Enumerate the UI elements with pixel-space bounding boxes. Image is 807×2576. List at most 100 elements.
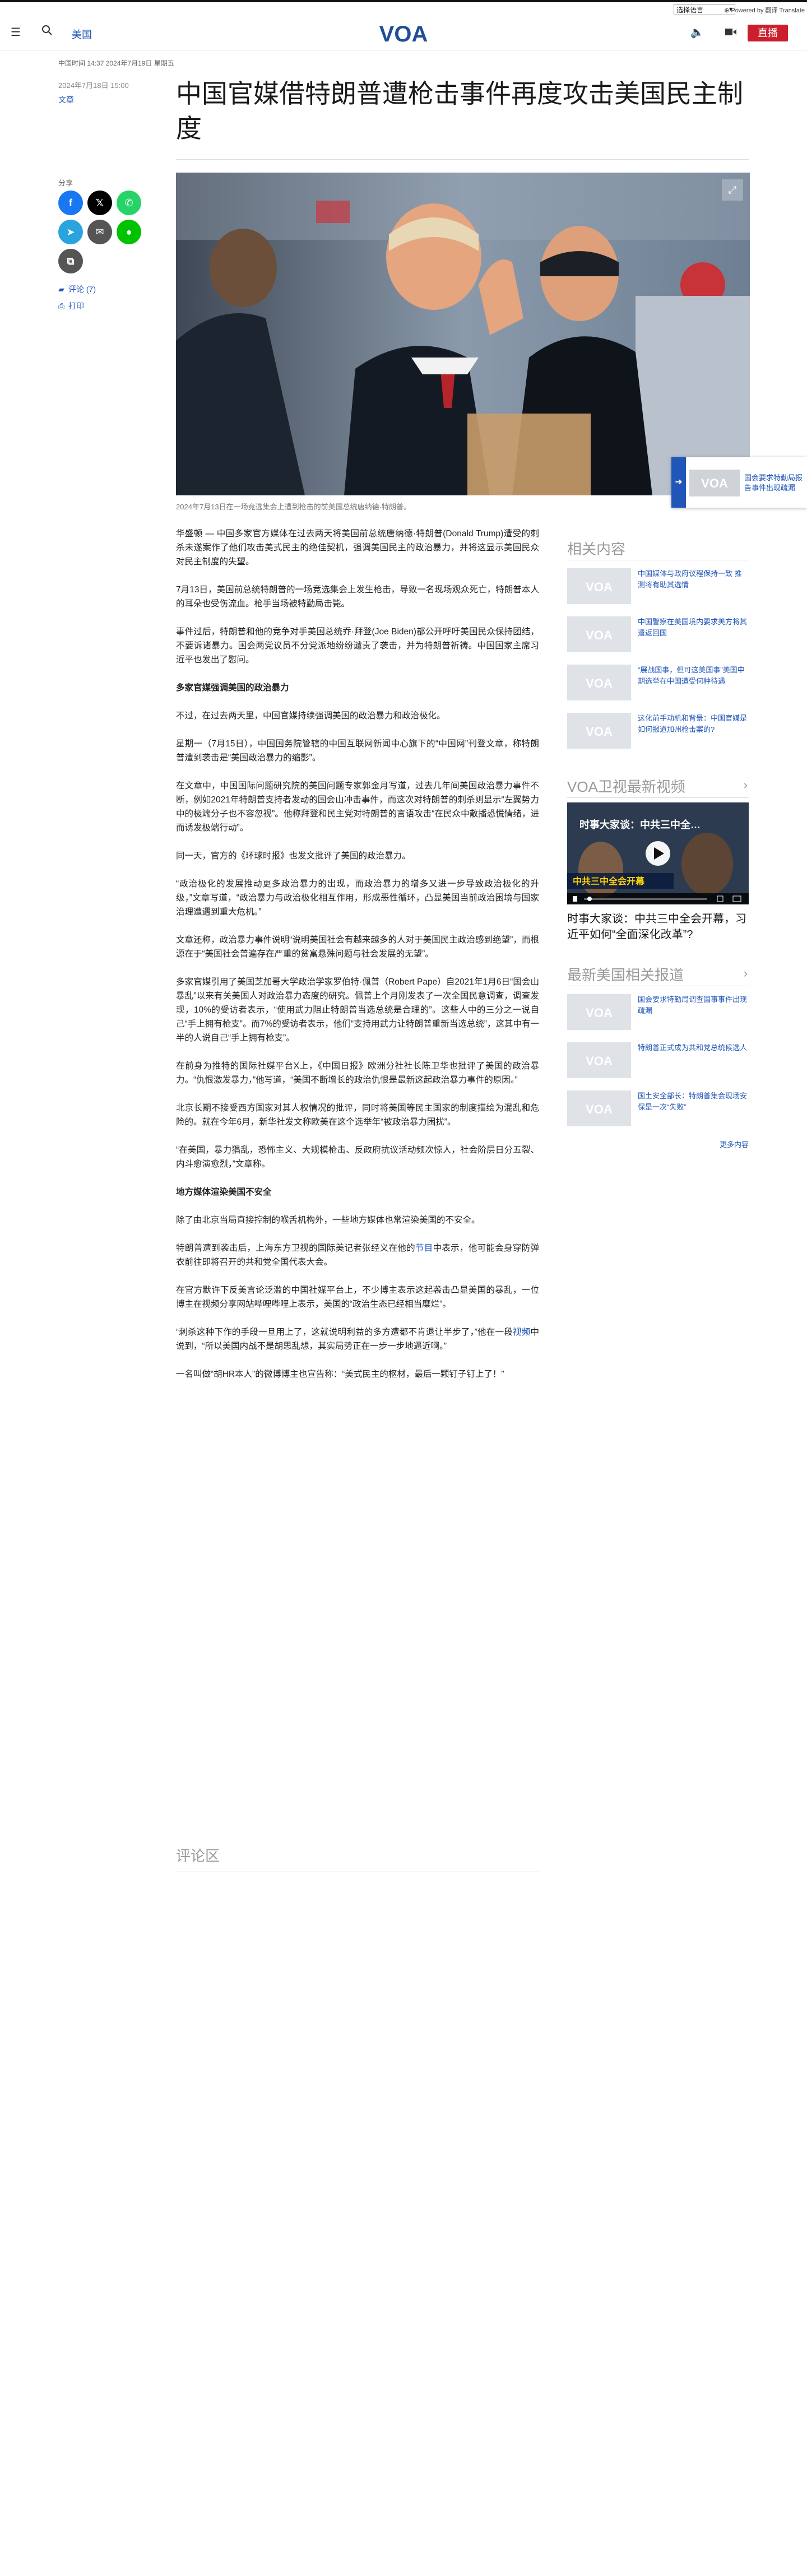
paragraph-text: 事件过后，特朗普和他的竞争对手美国总统乔·拜登(Joe Biden)都公开呼吁美…: [176, 627, 539, 665]
article-paragraph: 在文章中，中国国际问题研究院的美国问题专家郭金月写道，过去几年间美国政治暴力事件…: [176, 779, 539, 835]
search-icon[interactable]: [39, 25, 55, 40]
rail-list-item[interactable]: VOA 国会要求特勤局调查国事事件出现疏漏: [567, 986, 749, 1034]
video-progress-track: [584, 898, 707, 900]
translate-attribution[interactable]: ⊕ Powered by 翻译 Translate: [724, 6, 805, 15]
facebook-icon[interactable]: f: [58, 191, 83, 215]
rail-item-title[interactable]: 这化前手动机和背景：中国官媒是如何报道加州枪击案的?: [638, 713, 749, 735]
related-list: VOA 中国媒体与政府议程保持一致 推测将有助其选情 VOA 中国警察在美国境内要求美…: [567, 560, 749, 753]
video-overlay-sub: 中共三中全会开幕: [573, 876, 645, 886]
paragraph-text: 一名叫做“胡HR本人”的微博博主也宣告称：“美式民主的枢材，最后一颗钉子钉上了！…: [176, 1370, 504, 1379]
related-section: 相关内容 VOA 中国媒体与政府议程保持一致 推测将有助其选情 VOA 中国警察在美国…: [567, 538, 749, 753]
rail-item-title[interactable]: 中国警察在美国境内要求美方将其遣返回国: [638, 616, 749, 639]
video-player[interactable]: 时事大家谈：中共三中全… 中共三中全会开幕: [567, 802, 749, 904]
rail-thumbnail: VOA: [567, 1090, 631, 1126]
rail-thumbnail: VOA: [567, 994, 631, 1030]
print-icon: ⎙: [58, 301, 65, 310]
latest-list: VOA 国会要求特勤局调查国事事件出现疏漏 VOA 特朗普正式成为共和党总统候选人 VO…: [567, 986, 749, 1131]
article-paragraph: “刺杀这种下作的手段一旦用上了，这就说明利益的多方遭都不肯退让半步了，”他在一段…: [176, 1325, 539, 1353]
audio-icon[interactable]: 🔈: [689, 25, 705, 40]
rail-list-item[interactable]: VOA 国土安全部长：特朗普集会现场安保是一次“失败”: [567, 1083, 749, 1131]
print-link[interactable]: ⎙ 打印: [58, 300, 84, 312]
inline-link[interactable]: 节目: [415, 1243, 433, 1253]
rail-list-item[interactable]: VOA 中国媒体与政府议程保持一致 推测将有助其选情: [567, 560, 749, 609]
float-thumb-logo: VOA: [701, 476, 728, 490]
section-label[interactable]: 美国: [72, 27, 92, 41]
voa-logo[interactable]: VOA: [375, 20, 432, 47]
article-paragraph: 在前身为推特的国际社媒平台X上，《中国日报》欧洲分社社长陈卫华也批评了美国的政治…: [176, 1059, 539, 1087]
floating-related-card[interactable]: ➜ VOA 国会要求特勤局报告事件出现疏漏: [671, 457, 807, 508]
print-label: 打印: [68, 301, 84, 310]
paragraph-text: 多家官媒引用了美国芝加哥大学政治学家罗伯特·佩普（Robert Pape）自20…: [176, 977, 539, 1043]
arrow-icon[interactable]: ➜: [671, 457, 686, 508]
article-paragraph: 文章还称，政治暴力事件说明“说明美国社会有越来越多的人对于美国民主政治感到绝望”…: [176, 933, 539, 961]
video-icon[interactable]: [723, 25, 739, 40]
voa-logo-mark: VOA: [586, 1006, 613, 1020]
rail-item-title[interactable]: 中国媒体与政府议程保持一致 推测将有助其选情: [638, 568, 749, 591]
article-paragraph: 7月13日，美国前总统特朗普的一场竞选集会上发生枪击，导致一名现场观众死亡，特朗…: [176, 583, 539, 611]
language-select-value: 选择语言: [676, 6, 704, 14]
paragraph-text: “政治极化的发展推动更多政治暴力的出现，而政治暴力的增多又进一步导致政治极化的升…: [176, 879, 539, 917]
paragraph-text: 多家官媒强调美国的政治暴力: [176, 683, 289, 693]
update-timestamp: 中国时间 14:37 2024年7月19日 星期五: [58, 59, 174, 67]
paragraph-text: 北京长期不接受西方国家对其人权情况的批评，同时将美国等民主国家的制度描绘为混乱和…: [176, 1103, 539, 1127]
share-label: 分享: [58, 179, 73, 187]
inline-link[interactable]: 视频: [513, 1328, 530, 1337]
paragraph-text: 在前身为推特的国际社媒平台X上，《中国日报》欧洲分社社长陈卫华也批评了美国的政治…: [176, 1061, 539, 1085]
float-card-text[interactable]: 国会要求特勤局报告事件出现疏漏: [744, 473, 806, 493]
paragraph-text: “在美国，暴力猖乱，恐怖主义、大规模枪击、反政府抗议活动频次惊人，社会阶层日分五…: [176, 1145, 539, 1169]
rail-list-item[interactable]: VOA “展战国事，但可这美国事”美国中期选举在中国遭受何种待遇: [567, 657, 749, 705]
video-heading[interactable]: VOA卫视最新视频 ›: [567, 776, 749, 798]
video-title[interactable]: 时事大家谈：中共三中全会开幕，习近平如何“全面深化改革”?: [567, 911, 749, 943]
rail-item-title[interactable]: 特朗普正式成为共和党总统候选人: [638, 1042, 749, 1053]
article-paragraph: 星期一（7月15日），中国国务院管辖的中国互联网新闻中心旗下的“中国网”刊登文章…: [176, 737, 539, 765]
article-body: 华盛顿 — 中国多家官方媒体在过去两天将美国前总统唐纳德·特朗普(Donald …: [176, 527, 539, 1395]
article-type-link[interactable]: 文章: [58, 94, 74, 105]
related-heading: 相关内容: [567, 538, 749, 560]
rail-list-item[interactable]: VOA 中国警察在美国境内要求美方将其遣返回国: [567, 609, 749, 657]
rail-list-item[interactable]: VOA 特朗普正式成为共和党总统候选人: [567, 1034, 749, 1083]
whatsapp-icon[interactable]: ✆: [117, 191, 141, 215]
comments-heading: 评论区: [176, 1848, 220, 1864]
related-heading-text: 相关内容: [567, 541, 626, 558]
rail-item-title[interactable]: 国土安全部长：特朗普集会现场安保是一次“失败”: [638, 1090, 749, 1113]
comments-link[interactable]: ▰ 评论 (7): [58, 284, 96, 295]
rail-item-title[interactable]: 国会要求特勤局调查国事事件出现疏漏: [638, 994, 749, 1017]
article-paragraph: 在官方默许下反美言论泛滥的中国社媒平台上，不少博主表示这起袭击凸显美国的暴乱，一…: [176, 1283, 539, 1311]
article-subheading: 地方媒体渲染美国不安全: [176, 1185, 539, 1199]
chevron-right-icon: ›: [743, 778, 748, 792]
paragraph-text: 在官方默许下反美言论泛滥的中国社媒平台上，不少博主表示这起袭击凸显美国的暴乱，一…: [176, 1285, 539, 1309]
hero-illustration: [176, 173, 750, 495]
more-link[interactable]: 更多内容: [720, 1139, 749, 1149]
x-twitter-icon[interactable]: 𝕏: [87, 191, 112, 215]
image-caption: 2024年7月13日在一场竞选集会上遭到枪击的前美国总统唐纳德·特朗普。: [176, 503, 411, 511]
top-strip: 选择语言 ⊕ Powered by 翻译 Translate: [0, 0, 807, 16]
article-paragraph: 事件过后，特朗普和他的竞争对手美国总统乔·拜登(Joe Biden)都公开呼吁美…: [176, 625, 539, 667]
hero-image: ⤢: [176, 173, 750, 495]
rail-list-item[interactable]: VOA 这化前手动机和背景：中国官媒是如何报道加州枪击案的?: [567, 705, 749, 753]
chevron-right-icon: ›: [743, 966, 748, 980]
publish-date: 2024年7月18日 15:00: [58, 81, 129, 90]
latest-heading-text: 最新美国相关报道: [567, 967, 684, 983]
video-overlay-title: 时事大家谈：中共三中全…: [579, 819, 701, 830]
article-paragraph: 多家官媒引用了美国芝加哥大学政治学家罗伯特·佩普（Robert Pape）自20…: [176, 975, 539, 1045]
paragraph-text: 不过，在过去两天里，中国官媒持续强调美国的政治暴力和政治极化。: [176, 711, 446, 721]
line-icon[interactable]: ●: [117, 220, 141, 244]
video-heading-text: VOA卫视最新视频: [567, 778, 685, 795]
live-button[interactable]: 直播: [748, 25, 788, 41]
article-paragraph: 同一天，官方的《环球时报》也发文批评了美国的政治暴力。: [176, 849, 539, 863]
latest-heading[interactable]: 最新美国相关报道 ›: [567, 964, 749, 986]
title-divider: [176, 159, 749, 160]
rail-thumbnail: VOA: [567, 568, 631, 604]
comments-label: 评论 (7): [68, 285, 96, 294]
fullscreen-icon[interactable]: ⤢: [722, 179, 743, 201]
paragraph-text: 星期一（7月15日），中国国务院管辖的中国互联网新闻中心旗下的“中国网”刊登文章…: [176, 739, 539, 763]
voa-logo-mark: VOA: [586, 725, 613, 739]
rail-item-title[interactable]: “展战国事，但可这美国事”美国中期选举在中国遭受何种待遇: [638, 665, 749, 687]
telegram-icon[interactable]: ➤: [58, 220, 83, 244]
copy-link-icon[interactable]: ⧉: [58, 249, 83, 273]
rail-thumbnail: VOA: [567, 616, 631, 652]
video-progress-thumb: [587, 897, 592, 901]
email-icon[interactable]: ✉: [87, 220, 112, 244]
menu-icon[interactable]: ☰: [8, 25, 24, 40]
paragraph-text: 地方媒体渲染美国不安全: [176, 1187, 272, 1197]
